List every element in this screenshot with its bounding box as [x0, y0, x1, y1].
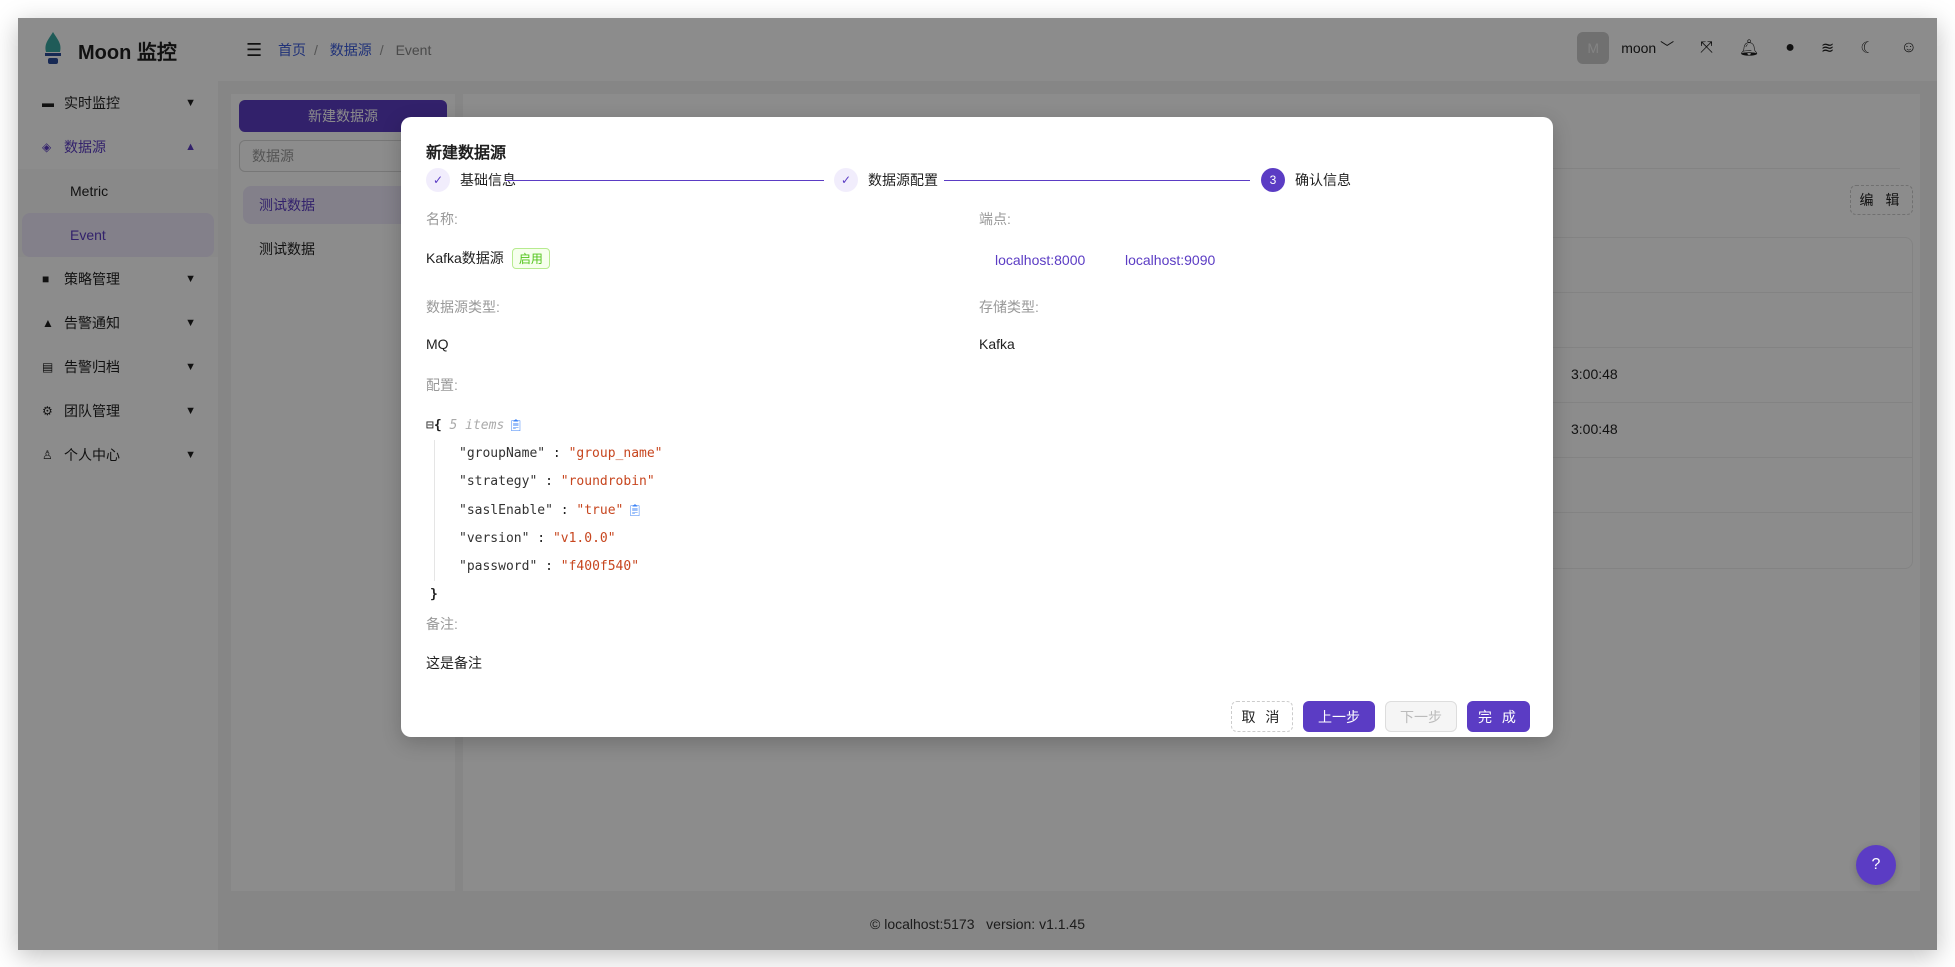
json-row: "saslEnable" : "true" 📋︎	[434, 496, 663, 525]
step-confirm: 3 确认信息	[1261, 168, 1351, 192]
name-value: Kafka数据源 启用	[426, 248, 550, 269]
finish-button[interactable]: 完 成	[1467, 701, 1530, 732]
steps: ✓ 基础信息 ✓ 数据源配置 3 确认信息	[426, 168, 1528, 194]
step-datasource-config: ✓ 数据源配置	[834, 168, 938, 192]
endpoint-link[interactable]: localhost:8000	[995, 252, 1085, 268]
type-value: MQ	[426, 336, 449, 352]
step-basic-info: ✓ 基础信息	[426, 168, 516, 192]
new-datasource-modal: 新建数据源 ✓ 基础信息 ✓ 数据源配置 3 确认信息 名称: Kafka数据源 启用 …	[401, 117, 1553, 737]
name-label: 名称:	[426, 211, 458, 227]
json-row: "password" : "f400f540"	[434, 553, 663, 581]
type-label: 数据源类型:	[426, 299, 500, 315]
config-label: 配置:	[426, 377, 458, 393]
next-step-button: 下一步	[1385, 701, 1457, 732]
endpoint-label: 端点:	[979, 211, 1011, 227]
status-badge: 启用	[511, 248, 550, 269]
copy-icon[interactable]: 📋︎	[627, 503, 642, 517]
check-icon: ✓	[834, 168, 858, 192]
help-button[interactable]: ?	[1856, 845, 1896, 885]
remark-value: 这是备注	[426, 655, 482, 671]
json-row: "version" : "v1.0.0"	[434, 525, 663, 553]
copy-icon[interactable]: 📋︎	[508, 418, 523, 432]
question-icon: ?	[1871, 856, 1881, 873]
endpoint-link[interactable]: localhost:9090	[1125, 252, 1215, 268]
config-json-viewer: ⊟{ 5 items 📋︎ "groupName" : "group_name" …	[426, 418, 663, 602]
storage-label: 存储类型:	[979, 299, 1039, 315]
remark-label: 备注:	[426, 616, 458, 632]
json-row: "groupName" : "group_name"	[434, 440, 663, 468]
prev-step-button[interactable]: 上一步	[1303, 701, 1375, 732]
storage-value: Kafka	[979, 336, 1015, 352]
collapse-icon[interactable]: ⊟	[426, 418, 434, 433]
json-row: "strategy" : "roundrobin"	[434, 468, 663, 496]
modal-title: 新建数据源	[426, 145, 507, 162]
cancel-button[interactable]: 取 消	[1231, 701, 1293, 732]
check-icon: ✓	[426, 168, 450, 192]
